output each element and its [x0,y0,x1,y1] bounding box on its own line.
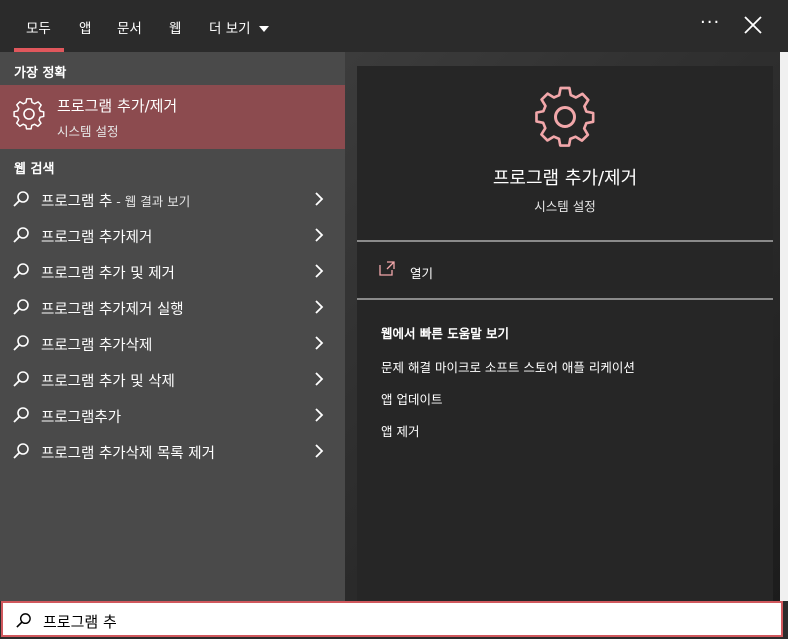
detail-panel: 프로그램 추가/제거 시스템 설정 열기 웹에서 빠른 도움말 보기 문제 해결… [357,66,773,601]
search-icon [13,227,29,243]
web-help-link[interactable]: 문제 해결 마이크로 소프트 스토어 애플 리케이션 [381,357,635,376]
web-result-item[interactable]: 프로그램 추가 및 제거 [0,253,345,289]
web-result-label: 프로그램 추가삭제 목록 제거 [41,446,215,462]
search-icon [13,407,29,423]
web-result-item[interactable]: 프로그램 추가삭제 목록 제거 [0,433,345,469]
web-search-heading: 웹 검색 [14,162,55,177]
best-match-title: 프로그램 추가/제거 [57,97,178,115]
web-help-link[interactable]: 앱 업데이트 [381,389,442,408]
search-icon [13,335,29,351]
best-match-subtitle: 시스템 설정 [57,124,119,139]
tab-more-label: 더 보기 [209,21,251,37]
web-result-item[interactable]: 프로그램 추가 및 삭제 [0,361,345,397]
detail-subtitle: 시스템 설정 [534,199,596,214]
web-result-label: 프로그램 추가제거 [41,230,153,246]
web-help-link[interactable]: 앱 제거 [381,421,419,440]
background-window-edge [780,52,788,601]
tab-all[interactable]: 모두 [26,17,51,37]
web-result-label: 프로그램추가 [41,410,122,426]
web-result-label: 프로그램 추가 및 제거 [41,266,175,282]
search-icon [16,613,31,628]
caret-down-icon [258,26,269,32]
tab-more[interactable]: 더 보기 [209,17,270,37]
web-result-item[interactable]: 프로그램 추가삭제 [0,325,345,361]
search-bar [1,601,783,637]
chevron-right-icon [315,192,324,206]
open-window-icon [379,261,395,276]
tab-documents[interactable]: 문서 [117,17,142,37]
gear-icon [13,98,45,130]
chevron-right-icon [315,264,324,278]
web-result-label: 프로그램 추 - 웹 결과 보기 [41,190,190,211]
web-help-heading: 웹에서 빠른 도움말 보기 [381,326,510,341]
tab-apps[interactable]: 앱 [79,17,91,37]
search-icon [13,263,29,279]
detail-title: 프로그램 추가/제거 [492,168,638,189]
chevron-right-icon [315,336,324,350]
chevron-right-icon [315,444,324,458]
search-icon [13,371,29,387]
web-result-item[interactable]: 프로그램추가 [0,397,345,433]
tab-web[interactable]: 웹 [169,17,181,37]
search-icon [13,299,29,315]
close-icon[interactable] [742,14,764,36]
chevron-right-icon [315,408,324,422]
chevron-right-icon [315,228,324,242]
web-result-query: 프로그램 추 [41,194,113,210]
open-label: 열기 [410,266,434,281]
web-result-suffix: - 웹 결과 보기 [112,194,191,209]
open-action[interactable]: 열기 [379,261,579,283]
web-result-label: 프로그램 추가삭제 [41,338,153,354]
chevron-right-icon [315,372,324,386]
web-result-item[interactable]: 프로그램 추가제거 [0,217,345,253]
best-match-item[interactable]: 프로그램 추가/제거 시스템 설정 [0,85,345,149]
best-match-heading: 가장 정확 [14,66,67,81]
search-icon [13,443,29,459]
web-result-item[interactable]: 프로그램 추 - 웹 결과 보기 [0,181,345,217]
search-input[interactable] [41,607,745,635]
more-options-button[interactable]: ··· [700,12,720,33]
web-result-label: 프로그램 추가제거 실행 [41,302,184,318]
gear-icon [535,86,595,147]
web-result-item[interactable]: 프로그램 추가제거 실행 [0,289,345,325]
search-icon [13,191,29,207]
top-tab-bar: 모두 앱 문서 웹 더 보기 ··· [0,0,788,52]
web-result-label: 프로그램 추가 및 삭제 [41,374,175,390]
results-panel: 가장 정확 프로그램 추가/제거 시스템 설정 웹 검색 프로그램 추 - 웹 … [0,52,345,601]
divider [357,240,773,242]
divider [357,298,773,300]
chevron-right-icon [315,300,324,314]
